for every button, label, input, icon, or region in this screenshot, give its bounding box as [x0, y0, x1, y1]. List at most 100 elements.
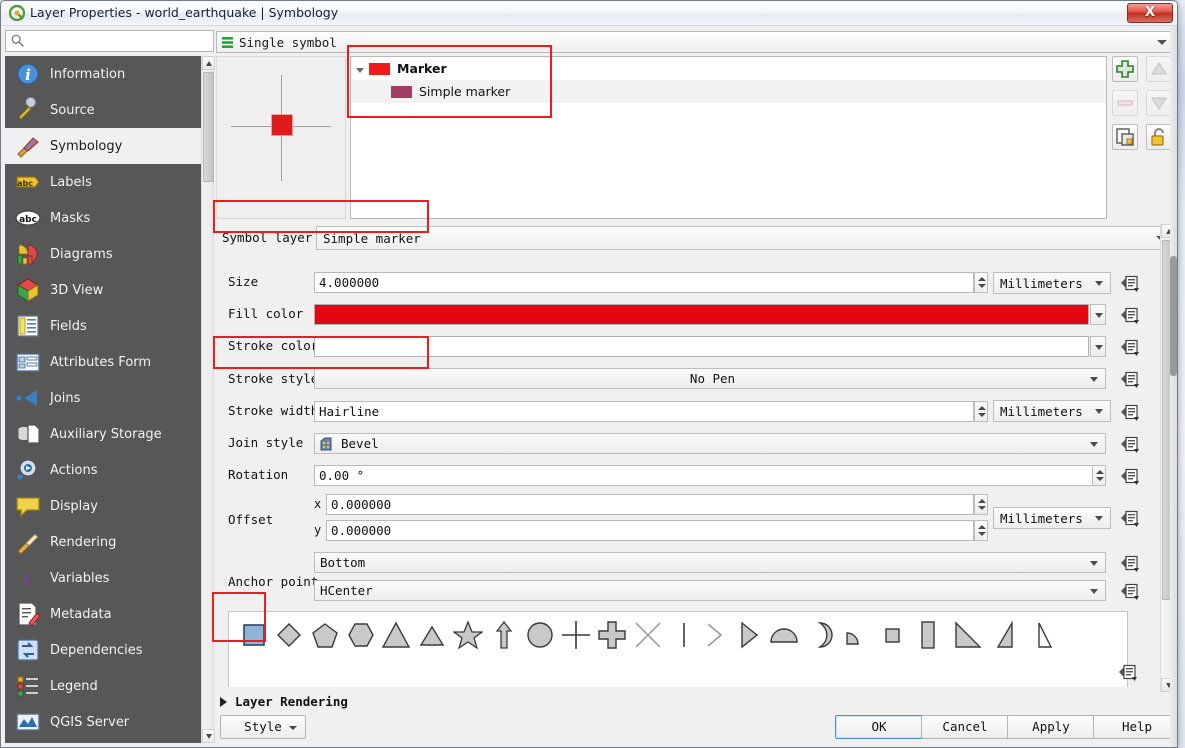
stroke-width-input[interactable]: Hairline: [314, 401, 974, 422]
sidebar-item-variables[interactable]: ε Variables: [5, 560, 201, 596]
properties-sidebar[interactable]: i Information Source Symbology abc Labels abc M…: [5, 56, 201, 743]
close-button[interactable]: X: [1127, 3, 1173, 23]
offset-y-input[interactable]: 0.000000: [326, 520, 974, 541]
symbol-layer-tree[interactable]: Marker Simple marker: [350, 56, 1107, 219]
rotation-input[interactable]: 0.00 °: [314, 465, 1106, 486]
shape-option-tall-rectangle[interactable]: [909, 616, 947, 654]
shape-option-cross2[interactable]: [629, 616, 667, 654]
rotation-data-defined-override-button[interactable]: [1119, 466, 1141, 486]
sidebar-item-dependencies[interactable]: Dependencies: [5, 632, 201, 668]
search-input[interactable]: [5, 30, 214, 52]
sidebar-item-fields[interactable]: Fields: [5, 308, 201, 344]
sidebar-item-auxiliary-storage[interactable]: Auxiliary Storage: [5, 416, 201, 452]
sidebar-item-qgis-server[interactable]: QGIS Server: [5, 704, 201, 740]
anchor-point-vertical-data-defined-override-button[interactable]: [1119, 553, 1141, 573]
shape-option-cross-fill[interactable]: [593, 616, 631, 654]
sidebar-item-joins[interactable]: Joins: [5, 380, 201, 416]
dialog-outer-scrollbar-thumb[interactable]: [1170, 256, 1177, 376]
dialog-outer-scrollbar[interactable]: [1170, 26, 1177, 747]
fill-color-swatch[interactable]: [314, 304, 1089, 325]
sidebar-item-3d-view[interactable]: 3D View: [5, 272, 201, 308]
symbol-tree-row[interactable]: Simple marker: [351, 80, 1106, 103]
shape-option-triangle[interactable]: [377, 616, 415, 654]
move-down-button[interactable]: [1146, 90, 1172, 116]
shape-option-quarter-square[interactable]: [837, 616, 875, 654]
symbol-tree-row[interactable]: Marker: [351, 57, 1106, 80]
lock-layer-button[interactable]: [1146, 124, 1172, 150]
shape-option-diamond[interactable]: [270, 616, 308, 654]
size-unit-combo[interactable]: Millimeters: [993, 272, 1111, 294]
rotation-stepper[interactable]: [1092, 465, 1106, 486]
shape-option-square[interactable]: [235, 616, 273, 654]
stroke-width-data-defined-override-button[interactable]: [1119, 402, 1141, 422]
add-symbol-layer-button[interactable]: [1112, 56, 1138, 82]
sidebar-item-attributes-form[interactable]: Attributes Form: [5, 344, 201, 380]
stroke-width-unit-combo[interactable]: Millimeters: [993, 400, 1111, 422]
help-button[interactable]: Help: [1093, 715, 1177, 739]
shape-option-arrow[interactable]: [485, 616, 523, 654]
offset-x-stepper[interactable]: [974, 494, 988, 515]
offset-data-defined-override-button[interactable]: [1119, 508, 1141, 528]
anchor-point-horizontal-combo[interactable]: HCenter: [314, 580, 1106, 601]
shape-option-left-half-triangle[interactable]: [987, 616, 1025, 654]
shape-option-pentagon[interactable]: [306, 616, 344, 654]
renderer-type-combo[interactable]: Single symbol: [216, 31, 1174, 53]
join-style-data-defined-override-button[interactable]: [1119, 434, 1141, 454]
ok-button[interactable]: OK: [835, 715, 923, 739]
sidebar-item-masks[interactable]: abc Masks: [5, 200, 201, 236]
shape-option-half-square[interactable]: [765, 616, 803, 654]
size-data-defined-override-button[interactable]: [1119, 273, 1141, 293]
offset-unit-combo[interactable]: Millimeters: [993, 507, 1111, 529]
fill-color-data-defined-override-button[interactable]: [1119, 305, 1141, 325]
sidebar-item-diagrams[interactable]: Diagrams: [5, 236, 201, 272]
move-up-button[interactable]: [1146, 56, 1172, 82]
stroke-style-data-defined-override-button[interactable]: [1119, 369, 1141, 389]
anchor-point-horizontal-data-defined-override-button[interactable]: [1119, 581, 1141, 601]
sidebar-item-rendering[interactable]: Rendering: [5, 524, 201, 560]
join-style-combo[interactable]: Bevel: [314, 433, 1106, 454]
shape-option-hexagon[interactable]: [342, 616, 380, 654]
shape-option-filled-arrow-head[interactable]: [729, 616, 767, 654]
stroke-color-swatch[interactable]: [314, 336, 1089, 357]
shape-option-cross[interactable]: [557, 616, 595, 654]
stroke-color-dropdown-button[interactable]: [1090, 336, 1106, 357]
shape-option-equilateral-triangle[interactable]: [413, 616, 451, 654]
sidebar-item-source[interactable]: Source: [5, 92, 201, 128]
anchor-point-vertical-combo[interactable]: Bottom: [314, 552, 1106, 573]
sidebar-item-symbology[interactable]: Symbology: [5, 128, 201, 164]
sidebar-item-metadata[interactable]: Metadata: [5, 596, 201, 632]
sidebar-scroll-up-button[interactable]: [202, 56, 215, 70]
size-stepper[interactable]: [974, 272, 988, 293]
sidebar-scrollbar[interactable]: [201, 56, 215, 743]
apply-button[interactable]: Apply: [1007, 715, 1095, 739]
offset-y-stepper[interactable]: [974, 520, 988, 541]
duplicate-layer-button[interactable]: [1112, 124, 1138, 150]
sidebar-item-information[interactable]: i Information: [5, 56, 201, 92]
shape-option-right-half-triangle[interactable]: [949, 616, 987, 654]
shape-option-thin-triangle[interactable]: [1027, 616, 1065, 654]
shape-option-arrow-head[interactable]: [695, 616, 733, 654]
remove-symbol-layer-button[interactable]: [1112, 90, 1138, 116]
sidebar-item-legend[interactable]: Legend: [5, 668, 201, 704]
shape-option-star[interactable]: [449, 616, 487, 654]
stroke-color-data-defined-override-button[interactable]: [1119, 337, 1141, 357]
sidebar-scroll-down-button[interactable]: [202, 729, 215, 743]
stroke-width-stepper[interactable]: [974, 401, 988, 422]
expand-toggle-icon[interactable]: [351, 61, 369, 76]
offset-x-input[interactable]: 0.000000: [326, 494, 974, 515]
size-input[interactable]: 4.000000: [314, 272, 974, 293]
shape-option-quarter-circle[interactable]: [801, 616, 839, 654]
stroke-style-combo[interactable]: No Pen: [314, 368, 1106, 389]
cancel-button[interactable]: Cancel: [921, 715, 1009, 739]
sidebar-item-labels[interactable]: abc Labels: [5, 164, 201, 200]
sidebar-scrollbar-thumb[interactable]: [203, 72, 214, 182]
fill-color-dropdown-button[interactable]: [1090, 304, 1106, 325]
shape-palette[interactable]: [228, 611, 1128, 687]
symbol-layer-type-combo[interactable]: Simple marker: [316, 226, 1174, 250]
layer-rendering-section[interactable]: Layer Rendering: [220, 694, 348, 709]
shape-option-small-square[interactable]: [873, 616, 911, 654]
sidebar-item-display[interactable]: Display: [5, 488, 201, 524]
style-button[interactable]: Style: [220, 715, 306, 739]
shape-option-circle[interactable]: [521, 616, 559, 654]
shape-data-defined-override-button[interactable]: [1117, 662, 1139, 682]
